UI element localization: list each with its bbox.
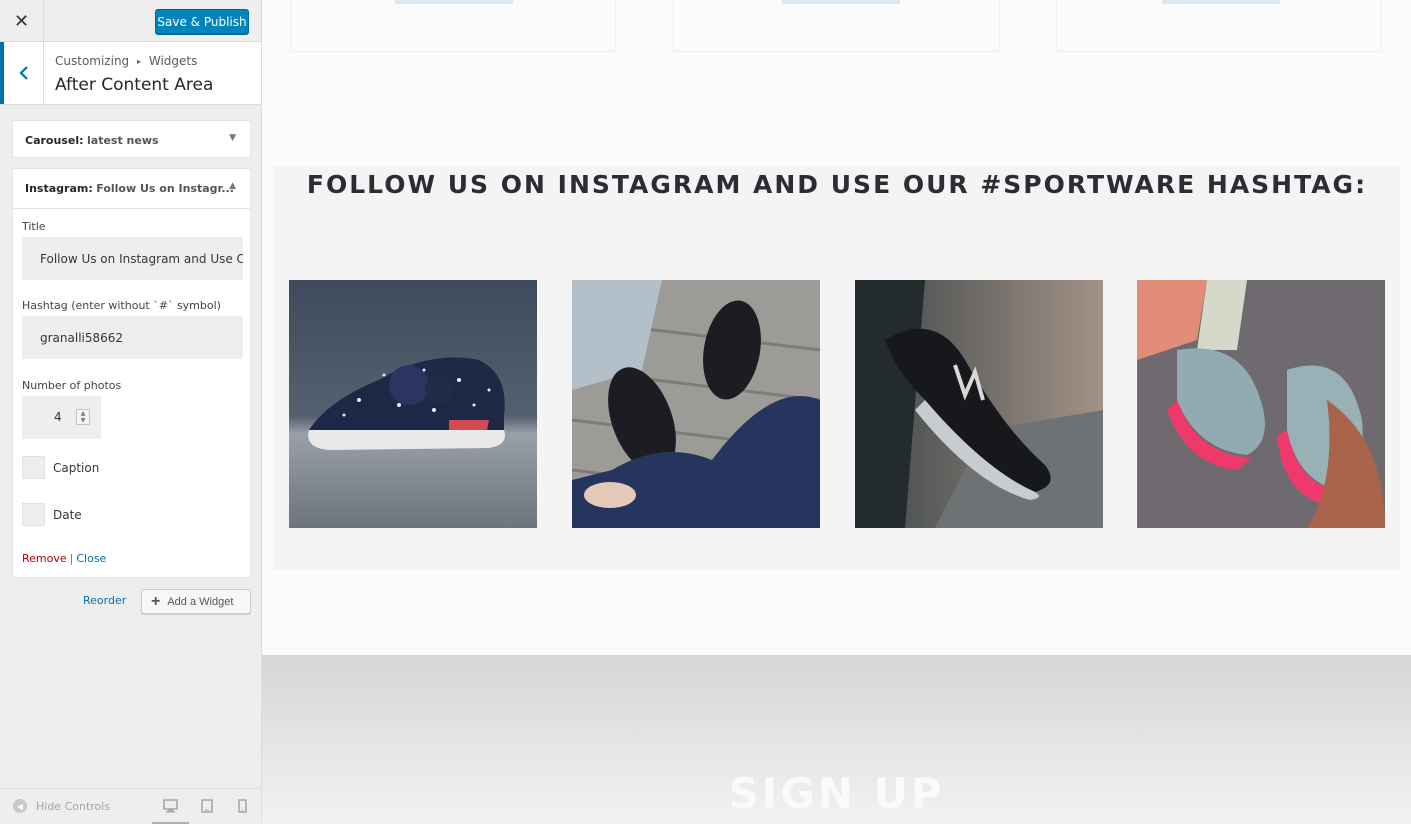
instagram-photo-2[interactable] [572, 280, 820, 528]
carousel-card [1056, 0, 1382, 52]
section-title: After Content Area [55, 75, 214, 95]
reorder-link[interactable]: Reorder [83, 594, 126, 607]
customizer-sidebar: ✕ Save & Publish Customizing ▸ Widgets A… [0, 0, 262, 824]
caption-checkbox[interactable] [22, 456, 45, 479]
card-highlight [395, 0, 513, 4]
caption-option: Caption [22, 456, 99, 479]
widget-carousel[interactable]: Carousel: latest news ▼ [12, 120, 251, 158]
expand-arrow-icon[interactable]: ▼ [229, 133, 236, 143]
actions-separator: | [69, 552, 74, 565]
customizer-footer: ◀ Hide Controls [0, 788, 261, 824]
close-customizer-button[interactable]: ✕ [0, 0, 44, 42]
signup-section: SIGN UP [262, 655, 1411, 824]
close-icon: ✕ [13, 10, 30, 32]
widget-actions: Remove | Close [22, 552, 106, 565]
widget-instagram: Instagram: Follow Us on Instagr... ▲ Tit… [12, 168, 251, 578]
photos-count-stepper[interactable]: 4 ▲ ▼ [22, 396, 101, 439]
breadcrumb-section: Widgets [148, 54, 198, 68]
instagram-photo-3[interactable] [855, 280, 1103, 528]
card-highlight [1162, 0, 1280, 4]
plus-icon: + [151, 592, 161, 610]
widget-name: Follow Us on Instagr... [96, 182, 234, 195]
breadcrumb: Customizing ▸ Widgets [55, 54, 197, 68]
signup-heading: SIGN UP [728, 769, 945, 818]
tablet-icon[interactable] [201, 799, 213, 813]
photos-count-value: 4 [54, 410, 62, 424]
remove-link[interactable]: Remove [22, 552, 67, 565]
card-highlight [782, 0, 900, 4]
instagram-photo-4[interactable] [1137, 280, 1385, 528]
title-label: Title [22, 220, 46, 233]
add-widget-label: Add a Widget [167, 595, 234, 608]
date-option: Date [22, 503, 82, 526]
instagram-section: FOLLOW US ON INSTAGRAM AND USE OUR #SPOR… [274, 166, 1400, 570]
widget-carousel-title: Carousel: latest news [25, 134, 159, 147]
close-widget-link[interactable]: Close [76, 552, 106, 565]
breadcrumb-root: Customizing [55, 54, 130, 68]
carousel-card [673, 0, 1000, 52]
site-preview: FOLLOW US ON INSTAGRAM AND USE OUR #SPOR… [262, 0, 1411, 824]
add-widget-button[interactable]: + Add a Widget [141, 589, 251, 614]
mobile-icon[interactable] [238, 799, 247, 813]
hide-controls-button[interactable]: ◀ Hide Controls [13, 799, 110, 813]
hashtag-label: Hashtag (enter without `#` symbol) [22, 299, 221, 312]
back-button[interactable] [0, 42, 44, 104]
widget-instagram-header[interactable]: Instagram: Follow Us on Instagr... ▲ [13, 169, 250, 209]
date-label: Date [53, 507, 82, 522]
chevron-left-icon [18, 66, 28, 80]
save-publish-button[interactable]: Save & Publish [155, 9, 249, 34]
collapse-arrow-left-icon: ◀ [13, 799, 27, 813]
breadcrumb-separator-icon: ▸ [137, 57, 142, 66]
collapse-arrow-icon[interactable]: ▲ [229, 181, 236, 191]
widget-type: Instagram: [25, 182, 93, 195]
hide-controls-label: Hide Controls [36, 799, 111, 813]
spinner-arrows-icon[interactable]: ▲ ▼ [76, 409, 90, 425]
instagram-heading: FOLLOW US ON INSTAGRAM AND USE OUR #SPOR… [306, 170, 1368, 199]
widget-type: Carousel: [25, 134, 84, 147]
section-header: Customizing ▸ Widgets After Content Area [0, 42, 261, 105]
caption-label: Caption [53, 460, 100, 475]
date-checkbox[interactable] [22, 503, 45, 526]
photos-count-label: Number of photos [22, 379, 122, 392]
customizer-header: ✕ Save & Publish [0, 0, 261, 42]
widget-instagram-title: Instagram: Follow Us on Instagr... [25, 182, 234, 195]
desktop-icon[interactable] [163, 799, 178, 813]
title-input[interactable]: Follow Us on Instagram and Use C [22, 237, 243, 280]
instagram-photo-1[interactable] [289, 280, 537, 528]
widget-name: latest news [87, 134, 159, 147]
carousel-card [290, 0, 616, 52]
hashtag-input[interactable]: granalli58662 [22, 316, 243, 359]
